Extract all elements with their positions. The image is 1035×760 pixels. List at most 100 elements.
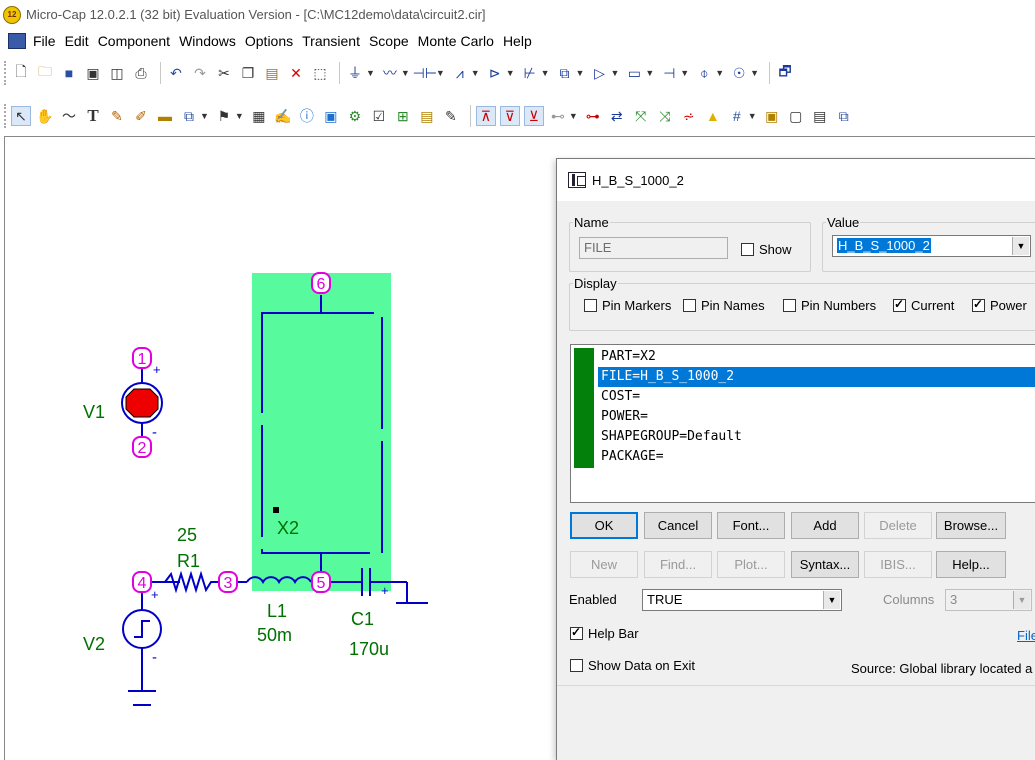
show-data-option[interactable]: Show Data on Exit <box>570 658 695 673</box>
subcircuit-x2[interactable]: X2 <box>252 273 391 591</box>
node-marker-4[interactable]: 4 <box>132 571 152 593</box>
menu-scope[interactable]: Scope <box>369 33 417 49</box>
dialog-title-bar[interactable]: H_B_S_1000_2 <box>557 159 1035 201</box>
grid-icon[interactable]: ⊞ <box>393 106 413 126</box>
warning-icon[interactable]: ⇄ <box>607 106 627 126</box>
undo-icon[interactable]: ↶ <box>166 63 186 83</box>
dropdown-arrow-icon[interactable]: ▼ <box>200 111 209 121</box>
transistor-icon[interactable]: ⊬ <box>520 63 540 83</box>
pin-names-checkbox[interactable] <box>683 299 696 312</box>
dropdown-arrow-icon[interactable]: ▼ <box>576 68 585 78</box>
columns-combobox[interactable]: 3 ▼ <box>945 589 1032 611</box>
powers-icon[interactable]: ⊶ <box>583 106 603 126</box>
node-marker-2[interactable]: 2 <box>132 436 152 458</box>
attribute-row[interactable]: PACKAGE= <box>598 447 1035 467</box>
add-button[interactable]: Add <box>791 512 859 539</box>
current-option[interactable]: Current <box>893 297 954 313</box>
attribute-row-selected[interactable]: FILE=H_B_S_1000_2 <box>598 367 1035 387</box>
component-icon[interactable]: ⧉ <box>179 106 199 126</box>
help-bar-checkbox[interactable] <box>570 625 583 640</box>
show-checkbox-row[interactable]: Show <box>741 242 792 257</box>
help-icon[interactable]: ▣ <box>321 106 341 126</box>
power-option[interactable]: Power <box>972 297 1027 313</box>
syntax-button[interactable]: Syntax... <box>791 551 859 578</box>
help-bar-option[interactable]: Help Bar <box>570 625 639 641</box>
text-page-icon[interactable]: ▲ <box>703 106 723 126</box>
current-checkbox[interactable] <box>893 297 906 312</box>
node-marker-5[interactable]: 5 <box>311 571 331 593</box>
attribute-list[interactable]: PART=X2 FILE=H_B_S_1000_2 COST= POWER= S… <box>570 344 1035 503</box>
copy-icon[interactable]: ❐ <box>238 63 258 83</box>
page-icon[interactable]: ⤨ <box>655 106 675 126</box>
select-mode-icon[interactable]: ↖ <box>11 106 31 126</box>
pin-markers-checkbox[interactable] <box>584 299 597 312</box>
toolbar-grip[interactable] <box>4 61 8 85</box>
attribute-row[interactable]: COST= <box>598 387 1035 407</box>
chevron-down-icon[interactable]: ▼ <box>1013 591 1030 609</box>
currents-icon[interactable]: ⊷ <box>548 106 568 126</box>
dropdown-arrow-icon[interactable]: ▼ <box>645 68 654 78</box>
window-icon[interactable]: 🗗 <box>775 63 795 83</box>
delete-icon[interactable]: ✕ <box>286 63 306 83</box>
font-button[interactable]: Font... <box>717 512 785 539</box>
chevron-down-icon[interactable]: ▼ <box>1012 237 1029 255</box>
pin-names-option[interactable]: Pin Names <box>683 298 765 313</box>
help-button[interactable]: Help... <box>936 551 1006 578</box>
show-data-checkbox[interactable] <box>570 659 583 672</box>
file-link[interactable]: File <box>1017 628 1035 643</box>
edit-text-icon[interactable]: ▤ <box>417 106 437 126</box>
node-numbers-icon[interactable]: ⊽ <box>499 106 520 126</box>
pen-mode-icon[interactable]: ✐ <box>131 106 151 126</box>
menu-file[interactable]: File <box>33 33 64 49</box>
enabled-combobox[interactable]: TRUE ▼ <box>642 589 842 611</box>
show-checkbox[interactable] <box>741 243 754 256</box>
attribute-row[interactable]: PART=X2 <box>598 347 1035 367</box>
cancel-button[interactable]: Cancel <box>644 512 712 539</box>
ground-icon[interactable]: ⏚ <box>345 63 365 83</box>
chevron-down-icon[interactable]: ▼ <box>823 591 840 609</box>
ok-button[interactable]: OK <box>570 512 638 539</box>
grid-snap-icon[interactable]: # <box>727 106 747 126</box>
opamp-icon[interactable]: ▷ <box>589 63 609 83</box>
node-voltages-icon[interactable]: ⊻ <box>523 106 544 126</box>
line-mode-icon[interactable]: ✎ <box>107 106 127 126</box>
name-field[interactable]: FILE <box>579 237 728 259</box>
close-file-icon[interactable]: ▣ <box>83 63 103 83</box>
paste-icon[interactable]: ▤ <box>262 63 282 83</box>
menu-options[interactable]: Options <box>245 33 301 49</box>
dropdown-arrow-icon[interactable]: ▼ <box>610 68 619 78</box>
dropdown-arrow-icon[interactable]: ▼ <box>471 68 480 78</box>
pin-markers-option[interactable]: Pin Markers <box>584 298 671 313</box>
open-file-icon[interactable]: 🗀 <box>35 63 55 83</box>
dropdown-arrow-icon[interactable]: ▼ <box>715 68 724 78</box>
ibis-button[interactable]: IBIS... <box>864 551 932 578</box>
split-view-icon[interactable]: ⧉ <box>834 106 854 126</box>
wire-mode-icon[interactable]: 〜 <box>59 106 79 126</box>
dropdown-arrow-icon[interactable]: ▼ <box>506 68 515 78</box>
dropdown-arrow-icon[interactable]: ▼ <box>748 111 757 121</box>
pan-icon[interactable]: ✋ <box>35 106 55 126</box>
print-icon[interactable]: ⎙ <box>131 63 151 83</box>
diode-icon[interactable]: ⊳ <box>485 63 505 83</box>
dropdown-arrow-icon[interactable]: ▼ <box>235 111 244 121</box>
voltage-source-v1[interactable]: + - V1 <box>83 362 163 441</box>
node-marker-6[interactable]: 6 <box>311 272 331 294</box>
menu-transient[interactable]: Transient <box>302 33 368 49</box>
voltage-source-icon[interactable]: ☉ <box>729 63 749 83</box>
dropdown-arrow-icon[interactable]: ▼ <box>569 111 578 121</box>
menu-component[interactable]: Component <box>98 33 178 49</box>
battery-icon[interactable]: ⊣ <box>659 63 679 83</box>
attribute-row[interactable]: POWER= <box>598 407 1035 427</box>
document-icon[interactable]: ▤ <box>810 106 830 126</box>
pin-numbers-icon[interactable]: ⊼ <box>475 106 496 126</box>
toolbar-grip[interactable] <box>4 104 8 128</box>
delete-button[interactable]: Delete <box>864 512 932 539</box>
current-source-icon[interactable]: ⌽ <box>694 63 714 83</box>
dropdown-arrow-icon[interactable]: ▼ <box>436 68 445 78</box>
attribute-text-icon[interactable]: ☑ <box>369 106 389 126</box>
new-button[interactable]: New <box>570 551 638 578</box>
edit-icon[interactable]: ✍ <box>273 106 293 126</box>
info-icon[interactable]: ⓘ <box>297 106 317 126</box>
print-preview-icon[interactable]: ◫ <box>107 63 127 83</box>
subckt-icon[interactable]: ⧉ <box>555 63 575 83</box>
